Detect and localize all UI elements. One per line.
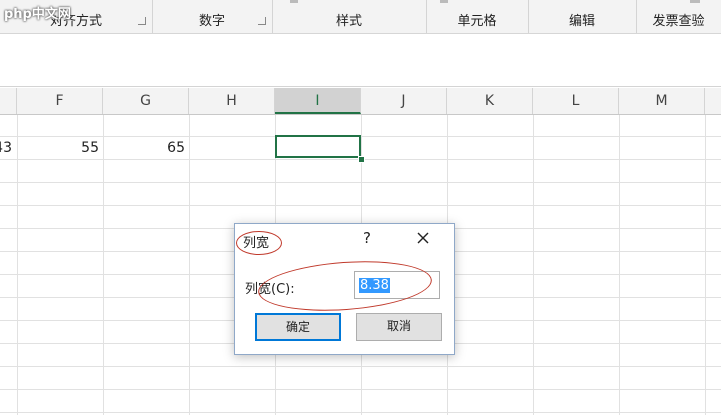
grid-vline <box>705 115 706 415</box>
ribbon-group-invoice-check[interactable]: 发票查验 <box>636 0 721 33</box>
column-header-i[interactable]: I <box>275 88 361 114</box>
grid-vline <box>17 115 18 415</box>
cell-f2[interactable]: 55 <box>17 140 99 156</box>
column-header-g[interactable]: G <box>103 88 189 114</box>
grid-hline <box>0 412 721 413</box>
column-header-n[interactable] <box>705 88 721 114</box>
fill-handle[interactable] <box>358 156 365 163</box>
grid-vline <box>619 115 620 415</box>
ok-button[interactable]: 确定 <box>255 313 341 341</box>
number-dialog-launcher-icon[interactable] <box>258 17 266 25</box>
alignment-dialog-launcher-icon[interactable] <box>138 17 146 25</box>
ribbon-group-invoice-check-label: 发票查验 <box>652 14 705 29</box>
ribbon-group-cells[interactable]: 单元格 <box>426 0 529 33</box>
ribbon-group-cells-label: 单元格 <box>457 14 497 29</box>
watermark-logo: php中文网 <box>4 7 71 22</box>
cell-g2[interactable]: 65 <box>103 140 185 156</box>
ribbon-group-number[interactable]: 数字 <box>152 0 273 33</box>
ribbon-group-number-label: 数字 <box>198 14 225 29</box>
ribbon-icon-stub <box>290 0 298 3</box>
grid-vline <box>103 115 104 415</box>
close-icon <box>417 232 429 244</box>
cell-e2[interactable]: 43 <box>0 140 12 156</box>
ribbon: 对齐方式 数字 样式 单元格 编辑 发票查验 <box>0 0 721 34</box>
column-header-l[interactable]: L <box>533 88 619 114</box>
cancel-button[interactable]: 取消 <box>356 313 442 341</box>
annotation-ellipse-title <box>236 231 282 255</box>
close-button[interactable] <box>412 227 434 249</box>
column-header-h[interactable]: H <box>189 88 275 114</box>
help-button[interactable]: ? <box>363 229 371 247</box>
ribbon-group-styles[interactable]: 样式 <box>272 0 427 33</box>
grid-hline <box>0 389 721 390</box>
grid-hline <box>0 182 721 183</box>
grid-hline <box>0 366 721 367</box>
column-header-m[interactable]: M <box>619 88 705 114</box>
column-header-k[interactable]: K <box>447 88 533 114</box>
ribbon-group-styles-label: 样式 <box>335 14 362 29</box>
column-header-f[interactable]: F <box>17 88 103 114</box>
ribbon-group-editing[interactable]: 编辑 <box>528 0 637 33</box>
ribbon-icon-stub <box>690 0 700 3</box>
column-header-row: F G H I J K L M <box>0 88 721 115</box>
column-header-e[interactable] <box>0 88 17 114</box>
ribbon-icon-stub <box>440 0 448 3</box>
active-cell-i2[interactable] <box>275 135 361 158</box>
ribbon-group-editing-label: 编辑 <box>568 14 595 29</box>
grid-vline <box>533 115 534 415</box>
grid-hline <box>0 205 721 206</box>
formula-bar-area[interactable] <box>0 34 721 87</box>
grid-vline <box>189 115 190 415</box>
column-header-j[interactable]: J <box>361 88 447 114</box>
